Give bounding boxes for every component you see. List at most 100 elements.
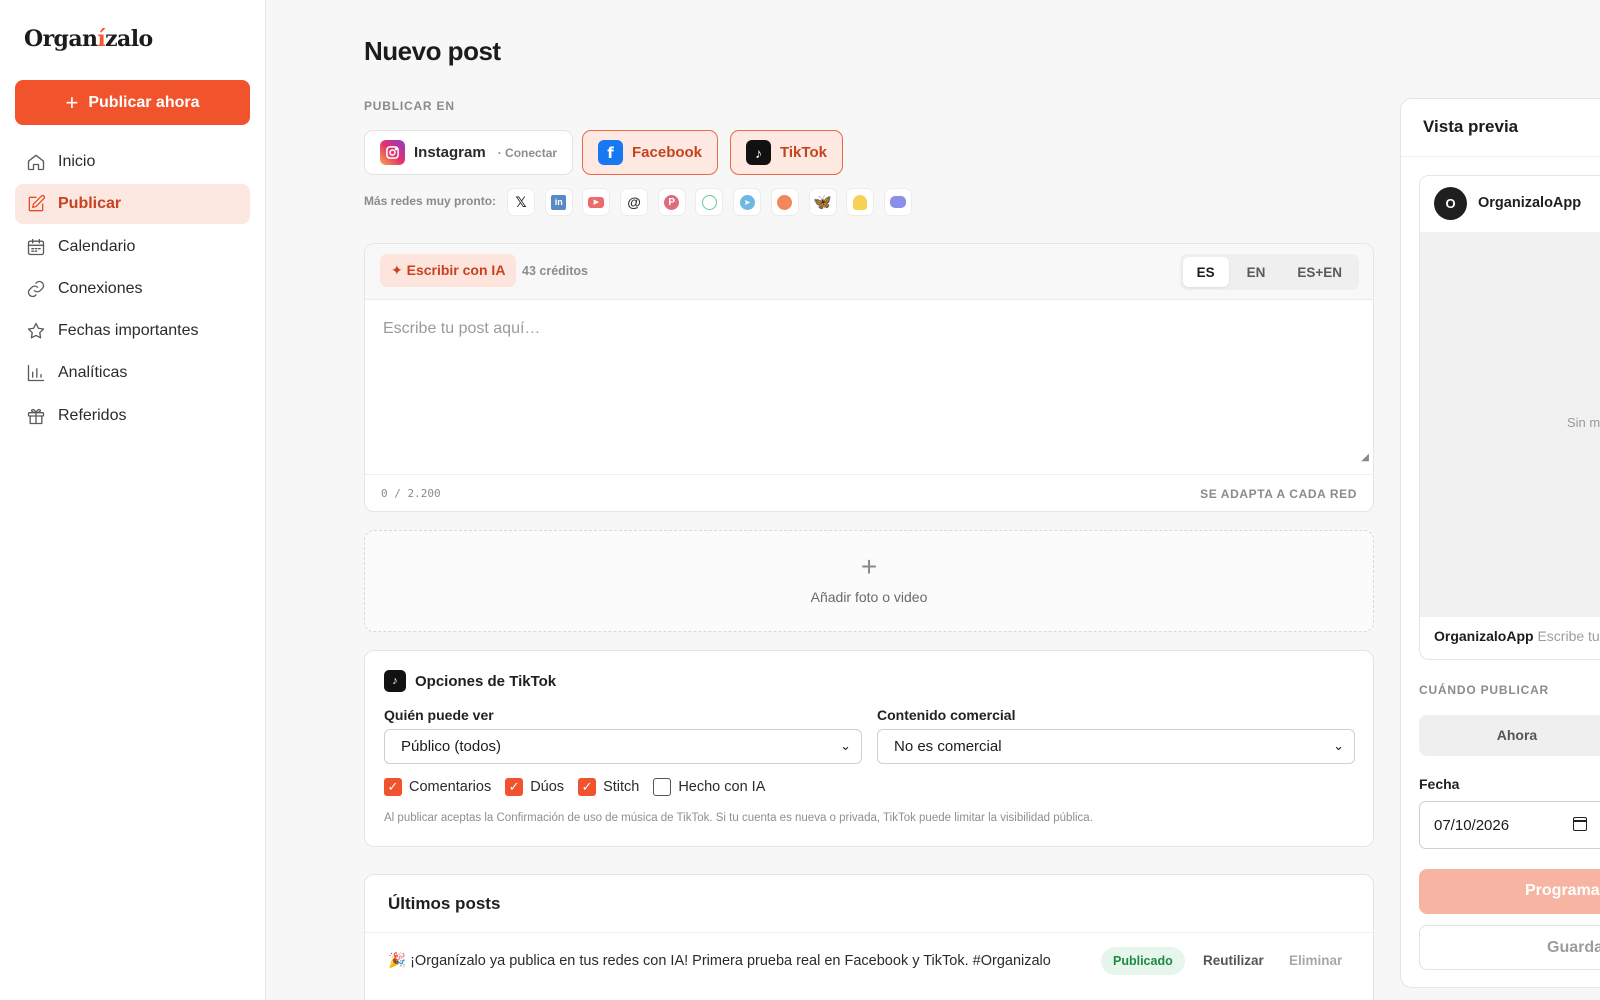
post-text: 🎉 ¡Organízalo ya publica en tus redes co…: [388, 953, 1051, 969]
checkbox-made-with-ai[interactable]: Hecho con IA: [653, 778, 765, 796]
sidebar-item-inicio[interactable]: Inicio: [15, 142, 250, 182]
date-field[interactable]: 07/10/2026: [1419, 801, 1600, 849]
more-soon-label: Más redes muy pronto:: [364, 194, 497, 208]
who-can-view-select[interactable]: Público (todos) ⌄: [384, 729, 862, 764]
save-draft-button[interactable]: Guarda: [1419, 925, 1600, 970]
list-item: 🎉 ¡Organízalo ya publica en tus redes co…: [365, 933, 1373, 990]
language-en[interactable]: EN: [1233, 257, 1280, 287]
threads-icon: @: [620, 188, 649, 216]
preview-account-name: OrganizaloApp: [1478, 195, 1582, 211]
logo-text-accent: í: [97, 26, 106, 52]
post-textarea[interactable]: Escribe tu post aquí…: [383, 320, 540, 338]
checkbox-label: Hecho con IA: [678, 779, 766, 795]
network-chip-instagram[interactable]: Instagram · Conectar: [364, 130, 574, 175]
bar-chart-icon: [27, 365, 45, 382]
who-can-view-value: Público (todos): [401, 738, 502, 755]
logo-text-start: Organ: [24, 26, 98, 52]
tiktok-legal-note: Al publicar aceptas la Confirmación de u…: [384, 812, 1093, 824]
network-chip-tiktok[interactable]: ♪ TikTok: [730, 130, 843, 175]
connect-link[interactable]: · Conectar: [498, 146, 557, 160]
sidebar-item-fechas-importantes[interactable]: Fechas importantes: [15, 311, 250, 351]
resize-handle-icon[interactable]: ◢: [1361, 452, 1369, 463]
publish-now-button[interactable]: + Publicar ahora: [15, 80, 250, 125]
chevron-down-icon: ⌄: [840, 738, 851, 753]
sidebar-item-analiticas[interactable]: Analíticas: [15, 353, 250, 393]
ai-credits: 43 créditos: [522, 264, 589, 278]
plus-icon: +: [860, 551, 878, 582]
tiktok-icon: ♪: [746, 140, 771, 165]
network-name: TikTok: [780, 144, 827, 161]
sidebar-nav: Inicio Publicar Calendario Conexiones Fe…: [15, 142, 250, 438]
sidebar-item-label: Fechas importantes: [58, 322, 199, 340]
check-icon: ✓: [505, 778, 524, 796]
caption-account: OrganizaloApp: [1434, 628, 1534, 644]
link-icon: [27, 280, 45, 298]
checkbox-stitch[interactable]: ✓ Stitch: [578, 778, 639, 796]
sidebar-item-conexiones[interactable]: Conexiones: [15, 269, 250, 309]
home-icon: [27, 154, 45, 171]
checkbox-label: Stitch: [603, 779, 640, 795]
schedule-button[interactable]: Programa: [1419, 869, 1600, 914]
telegram-icon: ➤: [733, 188, 762, 216]
no-media-text: Sin m: [1567, 415, 1600, 430]
avatar: O: [1434, 187, 1467, 220]
pinterest-icon: P: [657, 188, 686, 216]
add-media-label: Añadir foto o video: [810, 589, 928, 605]
post-editor: ✦ Escribir con IA 43 créditos ES EN ES+E…: [364, 243, 1374, 512]
app-logo[interactable]: Organízalo: [24, 26, 153, 52]
checkbox-duets[interactable]: ✓ Dúos: [505, 778, 564, 796]
sidebar-item-calendario[interactable]: Calendario: [15, 227, 250, 267]
page-title: Nuevo post: [364, 36, 501, 66]
who-can-view-label: Quién puede ver: [384, 707, 494, 723]
gift-icon: [27, 408, 45, 424]
check-icon: ✓: [384, 778, 402, 796]
edit-icon: [28, 195, 46, 212]
empty-checkbox-icon: [653, 778, 672, 796]
calendar-icon[interactable]: [1573, 817, 1587, 831]
schedule-label: Programa: [1525, 882, 1600, 899]
coming-soon-networks: 𝕏 in ▶ @ P ➤ 🦋: [507, 188, 912, 216]
sidebar-item-referidos[interactable]: Referidos: [15, 396, 250, 436]
sidebar-item-label: Analíticas: [58, 364, 128, 382]
checkbox-comments[interactable]: ✓ Comentarios: [384, 778, 491, 796]
latest-posts-panel: Últimos posts 🎉 ¡Organízalo ya publica e…: [364, 874, 1374, 1000]
whatsapp-icon: [695, 188, 724, 216]
language-es-en[interactable]: ES+EN: [1283, 257, 1356, 287]
language-selector: ES EN ES+EN: [1179, 254, 1359, 290]
instagram-icon: [380, 140, 405, 165]
youtube-icon: ▶: [582, 188, 611, 216]
commercial-content-select[interactable]: No es comercial ⌄: [877, 729, 1355, 764]
sidebar-item-publicar[interactable]: Publicar: [15, 184, 250, 225]
linkedin-icon: in: [544, 188, 573, 216]
date-label: Fecha: [1419, 776, 1460, 792]
commercial-content-value: No es comercial: [894, 738, 1002, 755]
tiktok-options-panel: ♪ Opciones de TikTok Quién puede ver Púb…: [364, 650, 1374, 847]
character-counter: 0 / 2.200: [381, 487, 441, 500]
sidebar-item-label: Referidos: [58, 406, 127, 424]
facebook-icon: f: [598, 140, 623, 165]
add-media-dropzone[interactable]: + Añadir foto o video: [364, 530, 1374, 632]
tiktok-options-header: ♪ Opciones de TikTok: [384, 670, 556, 692]
preview-caption: OrganizaloApp Escribe tu: [1434, 628, 1600, 644]
calendar-icon: [27, 238, 45, 255]
preview-media-placeholder: Sin m: [1420, 232, 1600, 617]
date-value: 07/10/2026: [1434, 817, 1510, 834]
publish-in-label: PUBLICAR EN: [364, 99, 455, 113]
tiktok-icon: ♪: [384, 670, 406, 692]
reuse-button[interactable]: Reutilizar: [1203, 953, 1264, 968]
sidebar-item-label: Calendario: [58, 237, 136, 255]
adapt-note: SE ADAPTA A CADA RED: [1200, 487, 1357, 501]
sidebar: Organízalo + Publicar ahora Inicio Publi…: [0, 0, 266, 1000]
delete-button[interactable]: Eliminar: [1289, 953, 1342, 968]
latest-posts-title: Últimos posts: [388, 894, 501, 913]
discord-icon: [883, 188, 912, 216]
publish-now-option[interactable]: Ahora: [1419, 727, 1600, 743]
divider: [1401, 156, 1600, 157]
status-badge: Publicado: [1101, 947, 1185, 975]
when-to-publish-toggle: Ahora: [1419, 715, 1600, 756]
network-chip-facebook[interactable]: f Facebook: [582, 130, 719, 175]
network-name: Facebook: [632, 144, 703, 161]
plus-icon: +: [65, 89, 79, 115]
write-with-ai-button[interactable]: ✦ Escribir con IA: [380, 254, 517, 287]
language-es[interactable]: ES: [1182, 257, 1229, 287]
